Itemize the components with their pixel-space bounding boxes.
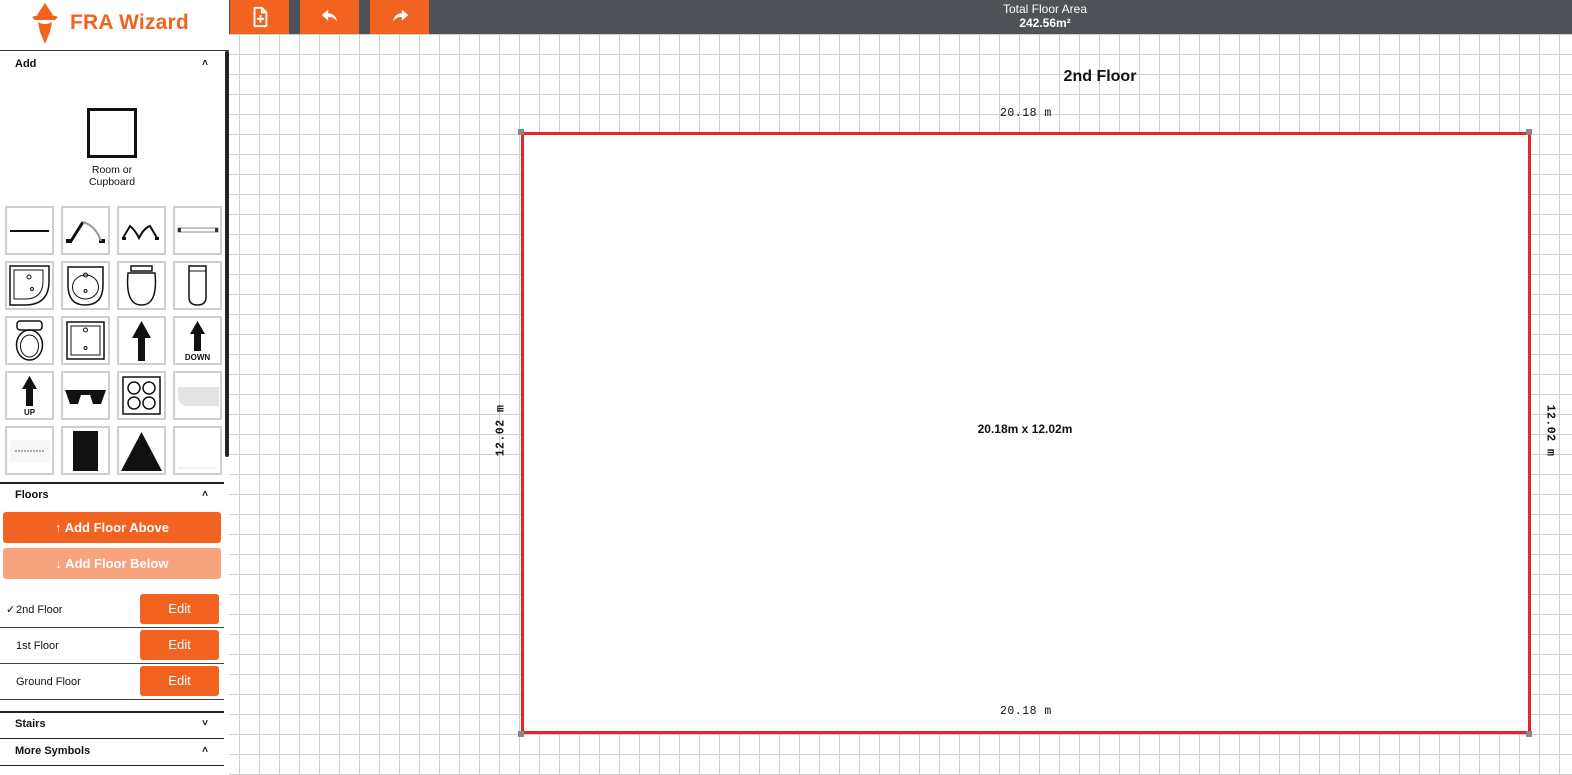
divider xyxy=(0,765,224,766)
floor-row-2nd[interactable]: ✓ 2nd Floor Edit xyxy=(0,592,224,628)
add-section-title: Add xyxy=(15,58,37,70)
hob-tool[interactable] xyxy=(117,371,166,420)
chevron-up-icon: ˄ xyxy=(202,745,208,756)
room-corner-handle[interactable] xyxy=(518,129,524,135)
wall-tool[interactable] xyxy=(5,206,54,255)
redo-icon xyxy=(392,9,408,23)
floor-name: Ground Floor xyxy=(16,676,81,688)
undo-button[interactable] xyxy=(300,0,359,34)
triangle-tool[interactable] xyxy=(117,426,166,475)
new-plan-button[interactable] xyxy=(230,0,289,34)
floors-section-title: Floors xyxy=(15,489,49,501)
wall-icon xyxy=(10,230,49,232)
bench-tool[interactable] xyxy=(61,371,110,420)
triangle-icon xyxy=(121,432,162,471)
bench-icon xyxy=(65,390,106,404)
more-symbols-section-title: More Symbols xyxy=(15,745,91,757)
door-icon xyxy=(66,221,105,243)
round-sink-icon xyxy=(67,266,104,306)
undo-icon xyxy=(321,9,337,23)
bath-tool[interactable] xyxy=(173,371,222,420)
double-door-tool[interactable] xyxy=(117,206,166,255)
double-door-icon xyxy=(122,224,159,241)
top-toolbar: Total Floor Area 242.56m² xyxy=(0,0,1572,34)
top-dimension-label: 20.18 m xyxy=(1000,107,1052,120)
floor-name: 2nd Floor xyxy=(16,604,63,616)
basin-tool[interactable] xyxy=(117,261,166,310)
add-section-header[interactable]: Add ˄ xyxy=(0,52,224,76)
urinal-tool[interactable] xyxy=(173,261,222,310)
room-corner-handle[interactable] xyxy=(1526,129,1532,135)
room-corner-handle[interactable] xyxy=(1526,731,1532,737)
chevron-up-icon: ˄ xyxy=(202,58,208,69)
toilet-icon xyxy=(15,320,44,361)
hob-icon xyxy=(122,376,161,415)
area-value: 242.56m² xyxy=(1019,16,1071,30)
chevron-down-icon: ˅ xyxy=(202,718,208,729)
room-or-cupboard-tool[interactable]: Room or Cupboard xyxy=(78,106,146,196)
floor-name: 1st Floor xyxy=(16,640,59,652)
shower-tray-icon xyxy=(66,321,105,360)
logo[interactable]: FRA Wizard xyxy=(0,0,229,51)
room-square-icon xyxy=(87,108,137,158)
stairs-section-title: Stairs xyxy=(15,718,46,730)
blank-tool[interactable] xyxy=(173,426,222,475)
right-dimension-label: 12.02 m xyxy=(1543,404,1557,457)
wizard-icon xyxy=(32,3,58,44)
corner-sink-tool[interactable] xyxy=(5,261,54,310)
shower-tray-tool[interactable] xyxy=(61,316,110,365)
edit-floor-button[interactable]: Edit xyxy=(140,594,219,624)
symbol-grid: DOWN UP xyxy=(5,206,223,475)
add-floor-below-button[interactable]: ↓ Add Floor Below xyxy=(3,548,221,579)
more-symbols-section-header[interactable]: More Symbols ˄ xyxy=(0,739,224,763)
stairs-up-tool[interactable]: UP xyxy=(5,371,54,420)
stairs-down-tool[interactable]: DOWN xyxy=(173,316,222,365)
basin-icon xyxy=(126,265,157,306)
rectangle-icon xyxy=(73,431,98,471)
up-caption: UP xyxy=(23,408,36,417)
text-label-icon xyxy=(10,440,50,462)
bottom-dimension-label: 20.18 m xyxy=(1000,705,1052,718)
rectangle-tool[interactable] xyxy=(61,426,110,475)
file-plus-icon xyxy=(253,6,267,28)
add-floor-above-button[interactable]: ↑ Add Floor Above xyxy=(3,512,221,543)
app-name: FRA Wizard xyxy=(70,11,189,34)
urinal-icon xyxy=(188,265,207,306)
edit-floor-button[interactable]: Edit xyxy=(140,630,219,660)
arrow-up-icon xyxy=(132,321,151,361)
floor-title: 2nd Floor xyxy=(1063,68,1137,85)
room-tool-label-2: Cupboard xyxy=(88,176,136,188)
sidebar: Add ˄ Room or Cupboard DOWN UP Floors ˄ … xyxy=(0,51,229,775)
round-sink-tool[interactable] xyxy=(61,261,110,310)
blank-icon xyxy=(178,467,217,469)
corner-sink-icon xyxy=(9,265,50,306)
arrow-up-tool[interactable] xyxy=(117,316,166,365)
room-size-label: 20.18m x 12.02m xyxy=(977,422,1073,436)
edit-floor-button[interactable]: Edit xyxy=(140,666,219,696)
area-label: Total Floor Area xyxy=(1002,2,1088,16)
left-dimension-label: 12.02 m xyxy=(494,404,508,457)
text-label-tool[interactable] xyxy=(5,426,54,475)
floor-row-ground[interactable]: Ground Floor Edit xyxy=(0,664,224,700)
door-tool[interactable] xyxy=(61,206,110,255)
stairs-section-header[interactable]: Stairs ˅ xyxy=(0,712,224,736)
window-icon xyxy=(177,227,219,233)
bath-icon xyxy=(178,387,219,406)
chevron-up-icon: ˄ xyxy=(202,489,208,500)
toilet-tool[interactable] xyxy=(5,316,54,365)
selected-check-icon: ✓ xyxy=(6,604,16,616)
total-floor-area: Total Floor Area 242.56m² xyxy=(960,2,1130,30)
floors-section-header[interactable]: Floors ˄ xyxy=(0,483,224,507)
floor-row-1st[interactable]: 1st Floor Edit xyxy=(0,628,224,664)
down-caption: DOWN xyxy=(184,353,211,362)
room-tool-label-1: Room or xyxy=(91,164,133,176)
redo-button[interactable] xyxy=(370,0,429,34)
room-corner-handle[interactable] xyxy=(518,731,524,737)
window-tool[interactable] xyxy=(173,206,222,255)
